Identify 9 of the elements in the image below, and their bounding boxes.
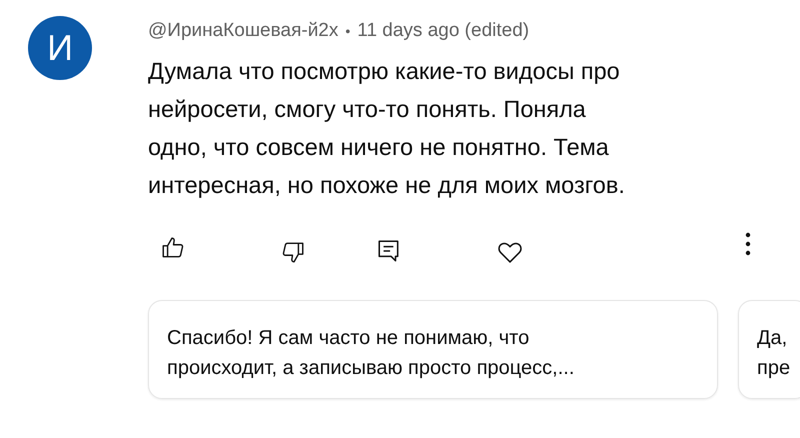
avatar[interactable]: И [28, 16, 92, 80]
separator-dot: • [345, 23, 350, 39]
comment-text: Думала что посмотрю какие-то видосы про нейросети, смогу что-то понять. Поняла одно, что совсем ничего не понятно. Тема интересная, но похоже не для моих мозгов. [148, 57, 626, 200]
more-button[interactable] [744, 232, 752, 258]
suggested-reply[interactable]: Спасибо! Я сам часто не понимаю, что происходит, а записываю просто процесс,... [148, 300, 718, 399]
more-icon [744, 232, 752, 258]
suggested-reply[interactable]: Да, пре [738, 300, 800, 399]
author-name[interactable]: @ИринаКошевая-й2х [148, 20, 338, 42]
comment-time: 11 days ago (edited) [357, 20, 530, 42]
